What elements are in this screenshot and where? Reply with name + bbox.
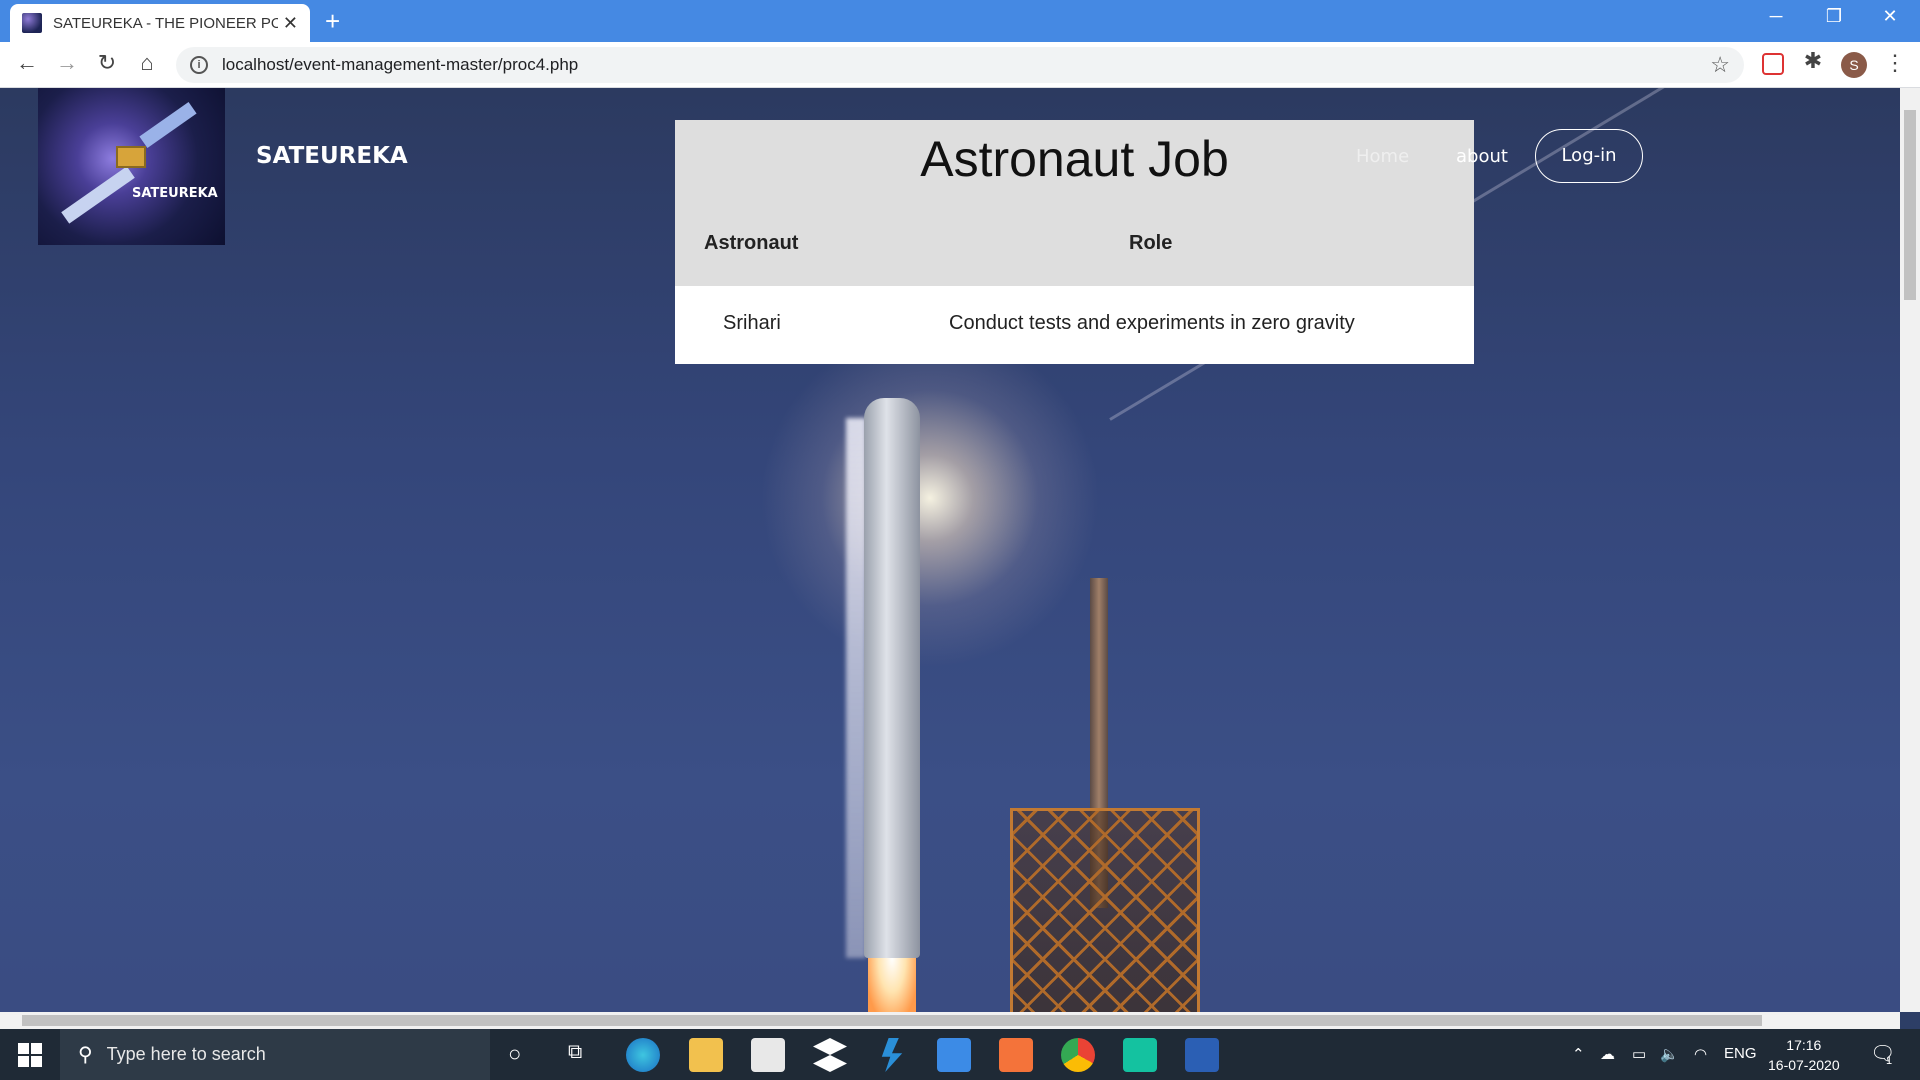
scrollbar-thumb[interactable] [1904,110,1916,300]
edge-icon[interactable] [626,1038,660,1072]
tab-title: SATEUREKA - THE PIONEER PORT [53,14,278,32]
search-placeholder: Type here to search [106,1044,266,1064]
xampp-icon[interactable] [999,1038,1033,1072]
dropbox-icon[interactable] [813,1038,847,1072]
scrollbar-thumb[interactable] [22,1015,1762,1026]
background-gantry [1010,808,1200,1012]
table-row: Srihari Conduct tests and experiments in… [675,286,1474,364]
restore-icon[interactable]: ❐ [1814,6,1854,27]
volume-icon[interactable]: 🔈 [1660,1045,1679,1063]
close-window-icon[interactable]: ✕ [1870,6,1910,27]
nav-about-link[interactable]: about [1456,146,1508,167]
language-indicator[interactable]: ENG [1724,1045,1757,1062]
close-tab-icon[interactable]: ✕ [283,13,298,34]
vscode-icon[interactable] [881,1038,903,1072]
browser-titlebar: SATEUREKA - THE PIONEER PORT ✕ + ─ ❐ ✕ [0,0,1920,42]
battery-icon[interactable]: ▭ [1632,1045,1646,1063]
background-rocket-flame [868,958,916,1012]
windows-taskbar: ⚲ Type here to search ○ ⧉ ⌃ ☁ ▭ 🔈 ◠ ENG … [0,1029,1920,1080]
background-rocket-smoke [846,418,866,958]
astronaut-job-card: Astronaut Job Astronaut Role Srihari Con… [675,120,1474,364]
login-button[interactable]: Log-in [1535,129,1643,183]
browser-tab[interactable]: SATEUREKA - THE PIONEER PORT ✕ [10,4,310,42]
logo-solar-panel [139,102,197,148]
word-icon[interactable] [1185,1038,1219,1072]
column-header-role: Role [1129,232,1173,254]
cell-role: Conduct tests and experiments in zero gr… [949,312,1355,334]
url-text: localhost/event-management-master/proc4.… [222,55,579,74]
home-icon[interactable]: ⌂ [132,50,162,76]
horizontal-scrollbar[interactable] [0,1012,1900,1029]
menu-kebab-icon[interactable]: ⋮ [1884,50,1906,76]
cell-astronaut: Srihari [723,312,781,334]
tray-chevron-icon[interactable]: ⌃ [1572,1045,1585,1063]
file-explorer-icon[interactable] [689,1038,723,1072]
column-header-astronaut: Astronaut [704,232,799,254]
task-view-icon[interactable]: ⧉ [568,1041,582,1064]
clock[interactable]: 17:16 16-07-2020 [1768,1035,1840,1075]
logo-solar-panel [61,166,135,224]
minimize-icon[interactable]: ─ [1756,6,1796,27]
notification-count: 1 [1886,1055,1893,1067]
back-icon[interactable]: ← [12,50,42,76]
site-info-icon[interactable]: i [190,56,208,74]
store-icon[interactable] [751,1038,785,1072]
pycharm-icon[interactable] [1123,1038,1157,1072]
site-brand[interactable]: SATEUREKA [256,143,408,169]
reload-icon[interactable]: ↻ [92,50,122,76]
chrome-icon[interactable] [1061,1038,1095,1072]
browser-toolbar: ← → ↻ ⌂ i localhost/event-management-mas… [0,42,1920,88]
new-tab-button[interactable]: + [325,6,340,37]
forward-icon[interactable]: → [52,50,82,76]
windows-start-icon[interactable] [18,1043,42,1067]
cortana-icon[interactable]: ○ [508,1041,521,1067]
address-bar[interactable]: i localhost/event-management-master/proc… [176,47,1744,83]
logo-text: SATEUREKA [132,186,218,201]
pocket-extension-icon[interactable] [1762,53,1784,75]
taskbar-search[interactable]: ⚲ Type here to search [60,1029,490,1080]
background-sun-glow [760,328,1100,668]
favicon-icon [22,13,42,33]
vertical-scrollbar[interactable] [1900,88,1920,1012]
profile-avatar[interactable]: S [1841,52,1867,78]
wifi-icon[interactable]: ◠ [1694,1045,1707,1063]
clock-time: 17:16 [1786,1037,1822,1053]
bookmark-star-icon[interactable]: ☆ [1710,52,1730,78]
mail-icon[interactable] [937,1038,971,1072]
page-content: SATEUREKA SATEUREKA Astronaut Job Astron… [0,88,1900,1012]
background-rocket [864,398,920,958]
search-icon: ⚲ [78,1044,93,1066]
satellite-icon [116,146,146,168]
onedrive-icon[interactable]: ☁ [1600,1045,1615,1063]
nav-home-link[interactable]: Home [1356,146,1409,167]
clock-date: 16-07-2020 [1768,1057,1840,1073]
extensions-puzzle-icon[interactable]: ✱ [1798,48,1828,74]
site-logo[interactable]: SATEUREKA [38,88,225,245]
card-title: Astronaut Job [920,131,1229,187]
